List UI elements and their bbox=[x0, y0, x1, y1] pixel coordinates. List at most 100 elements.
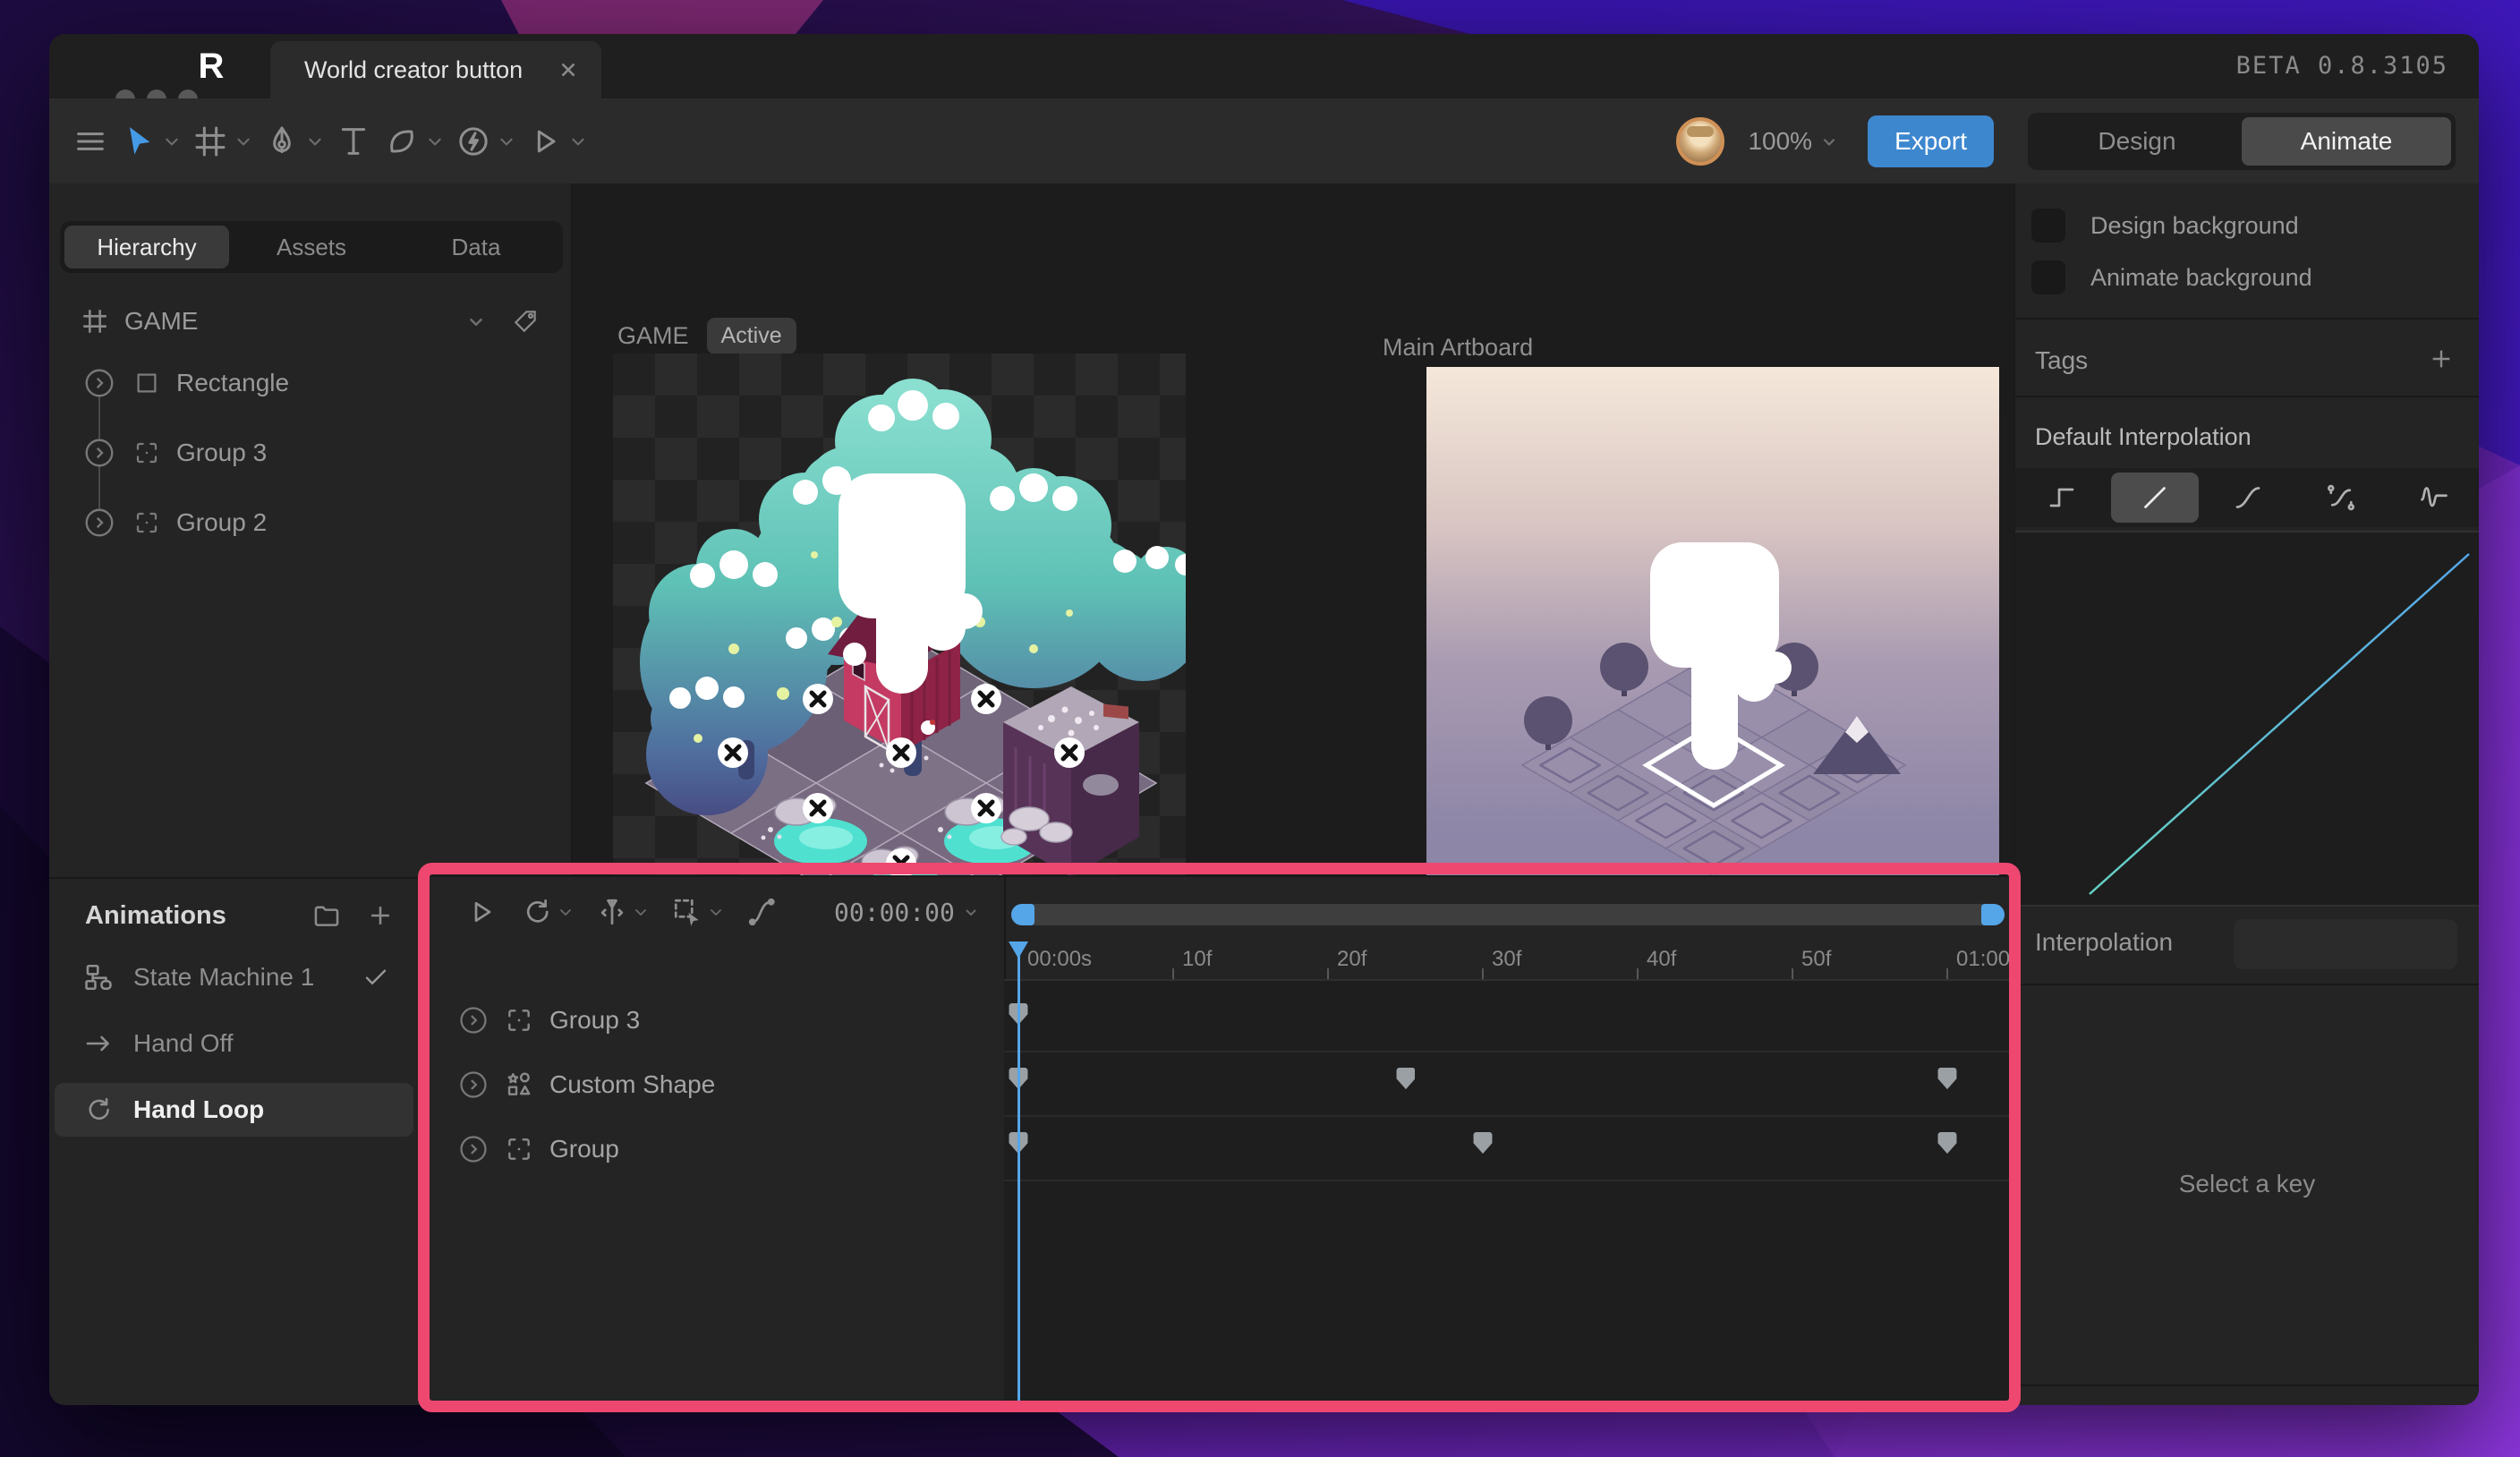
remove-tile-badge[interactable] bbox=[971, 793, 1001, 823]
avatar[interactable] bbox=[1676, 117, 1724, 166]
ruler-tick bbox=[1637, 968, 1639, 979]
tab-assets[interactable]: Assets bbox=[229, 226, 394, 268]
interp-option-cubic[interactable] bbox=[2297, 473, 2385, 523]
loop-button[interactable] bbox=[521, 896, 573, 928]
interpolation-type-picker bbox=[2015, 468, 2479, 527]
keyframe-marker[interactable] bbox=[1937, 1067, 1957, 1090]
timeline-key-lanes[interactable] bbox=[1004, 981, 2013, 1405]
scrollbar-left-handle[interactable] bbox=[1011, 904, 1034, 925]
checkbox-label: Animate background bbox=[2090, 264, 2312, 292]
interp-option-hold[interactable] bbox=[2018, 473, 2106, 523]
timeline-lane-group[interactable] bbox=[1004, 1117, 2013, 1181]
tab-animate[interactable]: Animate bbox=[2242, 117, 2451, 166]
remove-tile-badge[interactable] bbox=[803, 793, 833, 823]
bone-tool-tool[interactable] bbox=[384, 124, 443, 159]
keyframe-marker[interactable] bbox=[1473, 1131, 1493, 1155]
tab-hierarchy[interactable]: Hierarchy bbox=[64, 226, 229, 268]
checkbox[interactable] bbox=[2031, 260, 2065, 294]
interp-option-ease[interactable] bbox=[2204, 473, 2292, 523]
rive-logo-icon: R bbox=[192, 47, 230, 85]
animation-item-hand-off[interactable]: Hand Off bbox=[55, 1017, 413, 1070]
lightning-tool-tool[interactable] bbox=[455, 124, 515, 159]
play-button[interactable] bbox=[465, 896, 498, 928]
menu-tool[interactable] bbox=[72, 124, 108, 159]
autokey-button[interactable] bbox=[596, 896, 648, 928]
ruler-label-0100: 01:00 bbox=[1956, 947, 2010, 972]
close-icon[interactable] bbox=[557, 58, 580, 81]
animation-item-hand-loop[interactable]: Hand Loop bbox=[55, 1083, 413, 1137]
add-animation-icon[interactable] bbox=[365, 900, 396, 931]
select-cursor-tool[interactable] bbox=[121, 124, 180, 159]
tree-item-rectangle[interactable]: Rectangle bbox=[49, 361, 571, 405]
interp-option-linear[interactable] bbox=[2111, 473, 2199, 523]
text-tool-tool[interactable] bbox=[336, 124, 371, 159]
app-window: R World creator button BETA 0.8.3105 100… bbox=[49, 34, 2479, 1405]
main-artboard-scene[interactable] bbox=[1426, 367, 1999, 904]
export-button[interactable]: Export bbox=[1868, 115, 1994, 167]
chevron-down-icon[interactable] bbox=[467, 312, 485, 330]
empty-state-message: Select a key bbox=[2015, 985, 2479, 1383]
play-tool-tool[interactable] bbox=[527, 124, 586, 159]
scrollbar-right-handle[interactable] bbox=[1981, 904, 2005, 925]
keyframe-marker[interactable] bbox=[1937, 1131, 1957, 1155]
game-artboard-scene[interactable] bbox=[613, 354, 1186, 875]
interpolation-curve-icon bbox=[746, 896, 779, 928]
menu-icon bbox=[72, 124, 108, 159]
remove-tile-badge[interactable] bbox=[803, 684, 833, 714]
remove-tile-badge[interactable] bbox=[718, 737, 748, 768]
tab-data[interactable]: Data bbox=[394, 226, 558, 268]
artboard-tool-tool[interactable] bbox=[192, 124, 251, 159]
timeline-ruler[interactable]: 00:00s10f20f30f40f50f01:00 bbox=[1004, 942, 2013, 981]
tree-item-group-3[interactable]: Group 3 bbox=[49, 430, 571, 475]
timeline-lane-custom-shape[interactable] bbox=[1004, 1052, 2013, 1117]
pen-tool-tool[interactable] bbox=[264, 124, 323, 159]
titlebar: R World creator button BETA 0.8.3105 bbox=[49, 34, 2479, 98]
interpolation-curve-button[interactable] bbox=[746, 896, 779, 928]
chevron-down-icon bbox=[235, 133, 251, 149]
remove-tile-badge[interactable] bbox=[1054, 737, 1085, 768]
timeline-row-names: Group 3 Custom Shape Group bbox=[422, 981, 1004, 1405]
timeline-row-custom-shape[interactable]: Custom Shape bbox=[422, 1052, 1004, 1117]
expand-chevron-icon[interactable] bbox=[83, 437, 115, 469]
tag-icon[interactable] bbox=[512, 308, 539, 335]
add-tag-icon[interactable] bbox=[2427, 345, 2456, 373]
expand-chevron-icon[interactable] bbox=[83, 367, 115, 399]
chevron-down-icon bbox=[1821, 133, 1837, 149]
tab-design[interactable]: Design bbox=[2032, 117, 2242, 166]
ruler-label-0000s: 00:00s bbox=[1027, 947, 1092, 972]
expand-chevron-icon[interactable] bbox=[458, 1069, 489, 1100]
lightning-tool-icon bbox=[455, 124, 491, 159]
marquee-select-button[interactable] bbox=[671, 896, 723, 928]
timeline-row-group[interactable]: Group bbox=[422, 1117, 1004, 1181]
keyframe-marker[interactable] bbox=[1396, 1067, 1416, 1090]
expand-chevron-icon[interactable] bbox=[83, 507, 115, 539]
tree-item-group-2[interactable]: Group 2 bbox=[49, 500, 571, 545]
artboard-tool-icon bbox=[192, 124, 228, 159]
artboard-row-game[interactable]: GAME bbox=[49, 298, 571, 345]
checkbox[interactable] bbox=[2031, 209, 2065, 243]
interpolation-row: Interpolation bbox=[2015, 908, 2479, 985]
expand-chevron-icon[interactable] bbox=[458, 1134, 489, 1164]
time-display-dropdown[interactable]: 00:00:00 bbox=[834, 877, 978, 947]
zoom-level-dropdown[interactable]: 100% bbox=[1748, 127, 1837, 156]
remove-tile-badge[interactable] bbox=[886, 737, 916, 768]
rectangle-icon bbox=[133, 370, 160, 396]
animation-item-state-machine-1[interactable]: State Machine 1 bbox=[55, 950, 413, 1004]
main-artboard-label[interactable]: Main Artboard bbox=[1383, 334, 1533, 362]
timeline-scrollbar[interactable] bbox=[1011, 904, 2005, 925]
expand-chevron-icon[interactable] bbox=[458, 1005, 489, 1035]
animations-panel: Animations State Machine 1Hand OffHand L… bbox=[49, 877, 421, 1405]
elastic bbox=[2418, 481, 2450, 514]
remove-tile-badge[interactable] bbox=[971, 684, 1001, 714]
version-badge: BETA 0.8.3105 bbox=[2236, 52, 2448, 80]
file-tab[interactable]: World creator button bbox=[270, 41, 601, 98]
timeline-row-label: Custom Shape bbox=[549, 1070, 715, 1099]
timeline-row-label: Group bbox=[549, 1135, 619, 1163]
interp-option-elastic[interactable] bbox=[2390, 473, 2478, 523]
timeline-row-group-3[interactable]: Group 3 bbox=[422, 988, 1004, 1052]
timeline-lane-group-3[interactable] bbox=[1004, 988, 2013, 1052]
game-artboard-label[interactable]: GAME bbox=[617, 322, 689, 350]
interpolation-curve-editor[interactable] bbox=[2015, 531, 2479, 907]
folder-icon[interactable] bbox=[311, 900, 342, 931]
divider bbox=[2015, 318, 2479, 320]
